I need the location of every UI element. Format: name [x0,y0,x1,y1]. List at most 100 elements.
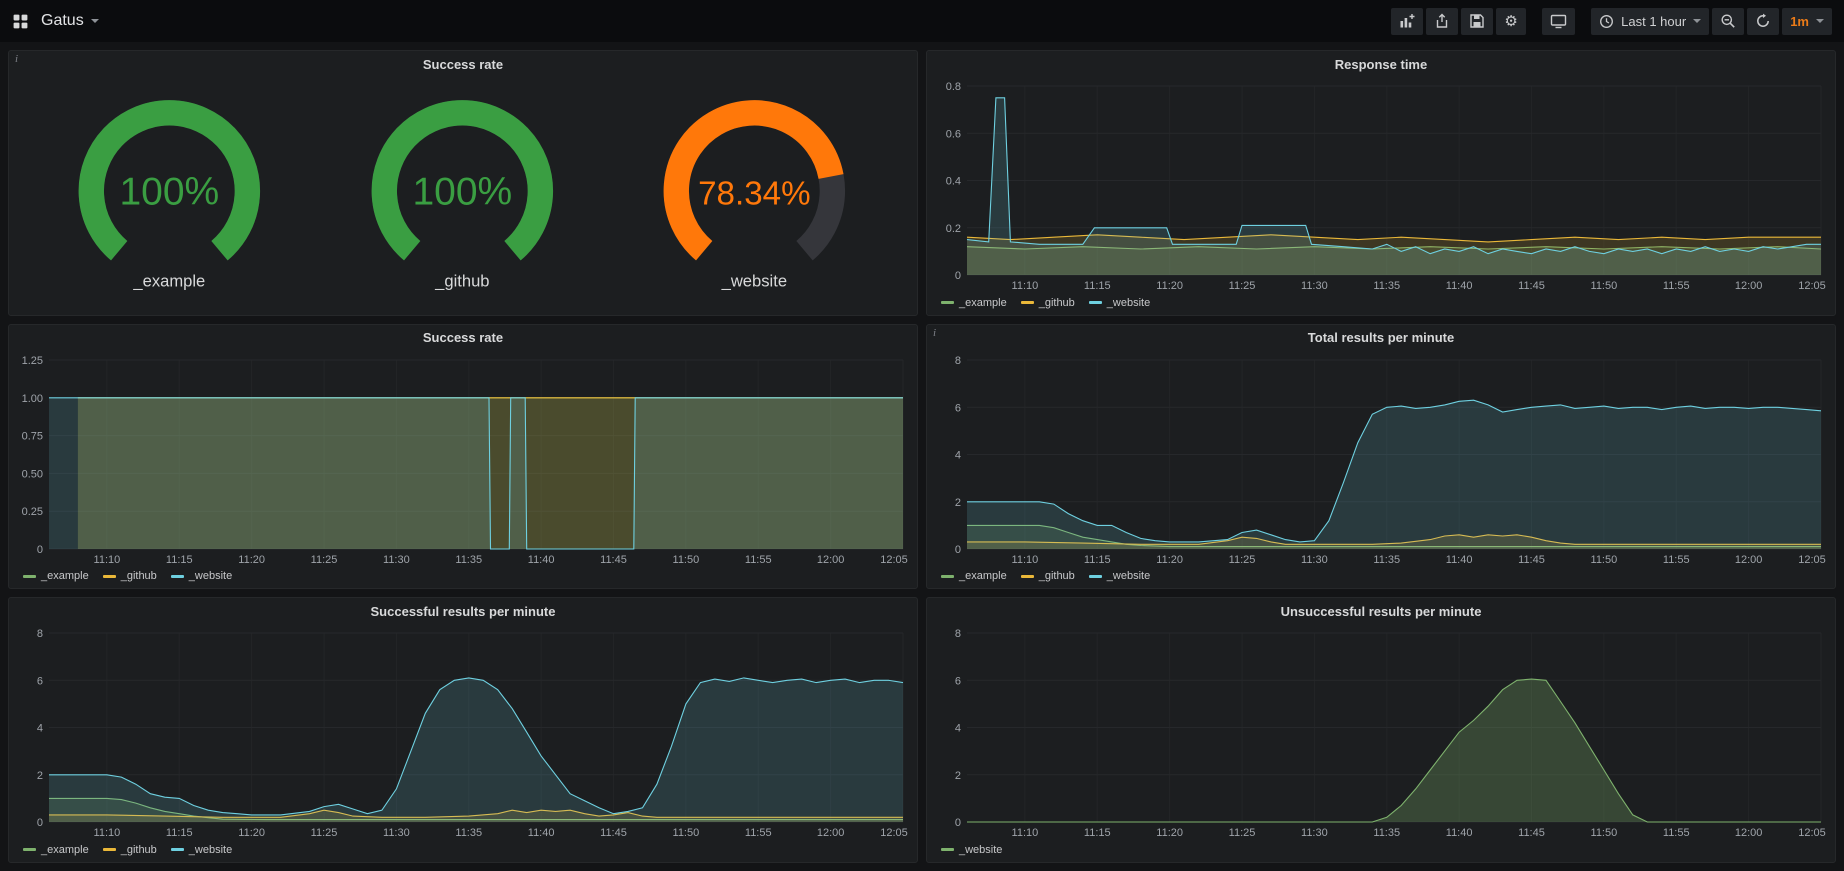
legend-item-_github[interactable]: _github [103,844,157,856]
legend-item-_example[interactable]: _example [23,844,89,856]
legend-item-_github[interactable]: _github [103,570,157,582]
legend-swatch [23,848,36,851]
panel-body: 11:1011:1511:2011:2511:3011:3511:4011:45… [9,624,917,862]
time-controls-group: Last 1 hour 1m [1591,8,1832,35]
legend-swatch [1021,301,1034,304]
panel-header: Response time [927,51,1835,77]
legend-item-_website[interactable]: _website [171,844,232,856]
panel-title[interactable]: Total results per minute [1308,330,1454,345]
panel-info-icon[interactable]: i [15,53,18,65]
legend-label: _example [41,844,89,856]
add-panel-button[interactable] [1391,8,1423,35]
legend-item-_example[interactable]: _example [941,297,1007,309]
gauge-_github[interactable]: 100%_github [316,79,609,309]
svg-text:12:05: 12:05 [880,827,908,839]
dashboard-title-dropdown[interactable]: Gatus [41,12,99,30]
panel-unsuccessful-results: Unsuccessful results per minute 11:10 11:… [926,597,1836,863]
svg-text:_example: _example [132,272,205,291]
svg-text:11:15: 11:15 [1084,280,1111,292]
panel-title[interactable]: Response time [1335,57,1427,72]
svg-text:11:40: 11:40 [1446,280,1473,292]
svg-text:4: 4 [955,449,961,461]
svg-text:11:40: 11:40 [1446,827,1473,839]
legend-item-_example[interactable]: _example [23,570,89,582]
svg-text:8: 8 [955,628,961,640]
apps-grid-icon-svg [12,13,29,30]
dashboard-title: Gatus [41,12,84,30]
chart-legend: _website [931,840,1829,860]
legend-swatch [941,575,954,578]
refresh-arrows-icon [1755,13,1771,29]
legend-item-_website[interactable]: _website [1089,570,1150,582]
chart-legend: _example _github _website [13,566,911,586]
gauge-_website[interactable]: 78.34%_website [608,79,901,309]
svg-text:11:30: 11:30 [1301,280,1328,292]
chevron-down-icon [1693,19,1701,27]
time-series-chart[interactable]: 11:1011:1511:2011:2511:3011:3511:4011:45… [931,77,1829,293]
legend-label: _github [1039,297,1075,309]
panel-title[interactable]: Unsuccessful results per minute [1281,604,1482,619]
svg-text:11:50: 11:50 [1591,280,1618,292]
svg-text:11:45: 11:45 [1518,827,1545,839]
panel-header: Success rate [9,325,917,351]
time-series-chart[interactable]: 11:1011:1511:2011:2511:3011:3511:4011:45… [13,351,911,567]
legend-swatch [171,575,184,578]
legend-label: _github [121,844,157,856]
dashboard-actions-group: ⚙ [1391,8,1526,35]
apps-grid-icon[interactable] [12,13,29,30]
svg-text:11:50: 11:50 [1591,554,1618,566]
chart-legend: _example _github _website [931,566,1829,586]
panel-title[interactable]: Successful results per minute [371,604,556,619]
tv-mode-button[interactable] [1542,8,1575,35]
panel-success-rate-graph: Success rate 11:1011:1511:2011:2511:3011… [8,324,918,590]
svg-text:11:15: 11:15 [166,827,193,839]
gear-icon: ⚙ [1504,14,1517,29]
svg-text:11:35: 11:35 [455,554,482,566]
svg-text:0: 0 [37,544,43,556]
share-dashboard-button[interactable] [1426,8,1458,35]
svg-text:8: 8 [955,355,961,367]
svg-text:11:35: 11:35 [1373,280,1400,292]
legend-label: _website [189,844,232,856]
panel-title[interactable]: Success rate [423,57,503,72]
zoom-out-button[interactable] [1712,8,1744,35]
svg-text:11:30: 11:30 [383,827,410,839]
svg-text:12:00: 12:00 [1735,827,1763,839]
svg-text:0: 0 [37,817,43,829]
refresh-interval-button[interactable]: 1m [1782,8,1832,35]
time-series-chart[interactable]: 11:1011:1511:2011:2511:3011:3511:4011:45… [931,351,1829,567]
svg-text:11:10: 11:10 [94,827,121,839]
svg-text:100%: 100% [119,171,219,214]
svg-text:12:00: 12:00 [1735,280,1763,292]
legend-swatch [103,848,116,851]
clock-icon [1599,14,1614,29]
save-dashboard-button[interactable] [1461,8,1493,35]
svg-text:11:10: 11:10 [1012,827,1039,839]
svg-text:11:55: 11:55 [1663,827,1690,839]
legend-item-_github[interactable]: _github [1021,297,1075,309]
panel-body: 11:1011:1511:2011:2511:3011:3511:4011:45… [9,351,917,589]
time-range-button[interactable]: Last 1 hour [1591,8,1709,35]
gauge-_example[interactable]: 100% _example [23,79,316,309]
legend-label: _example [41,570,89,582]
time-series-chart[interactable]: 11:1011:1511:2011:2511:3011:3511:4011:45… [931,624,1829,840]
svg-text:11:40: 11:40 [528,554,555,566]
panel-title[interactable]: Success rate [423,330,503,345]
refresh-button[interactable] [1747,8,1779,35]
svg-text:6: 6 [955,402,961,414]
panel-header: Success rate [9,51,917,77]
time-series-chart[interactable]: 11:1011:1511:2011:2511:3011:3511:4011:45… [13,624,911,840]
legend-item-_github[interactable]: _github [1021,570,1075,582]
dashboard-settings-button[interactable]: ⚙ [1496,8,1526,35]
panel-info-icon[interactable]: i [933,327,936,339]
svg-text:0.25: 0.25 [22,506,43,518]
magnifier-minus-icon [1720,13,1736,29]
time-range-label: Last 1 hour [1621,14,1686,29]
legend-item-_website[interactable]: _website [1089,297,1150,309]
legend-item-_website[interactable]: _website [171,570,232,582]
legend-item-_website[interactable]: _website [941,844,1002,856]
view-mode-group [1542,8,1575,35]
legend-item-_example[interactable]: _example [941,570,1007,582]
legend-label: _github [1039,570,1075,582]
navbar-left: Gatus [12,12,99,30]
